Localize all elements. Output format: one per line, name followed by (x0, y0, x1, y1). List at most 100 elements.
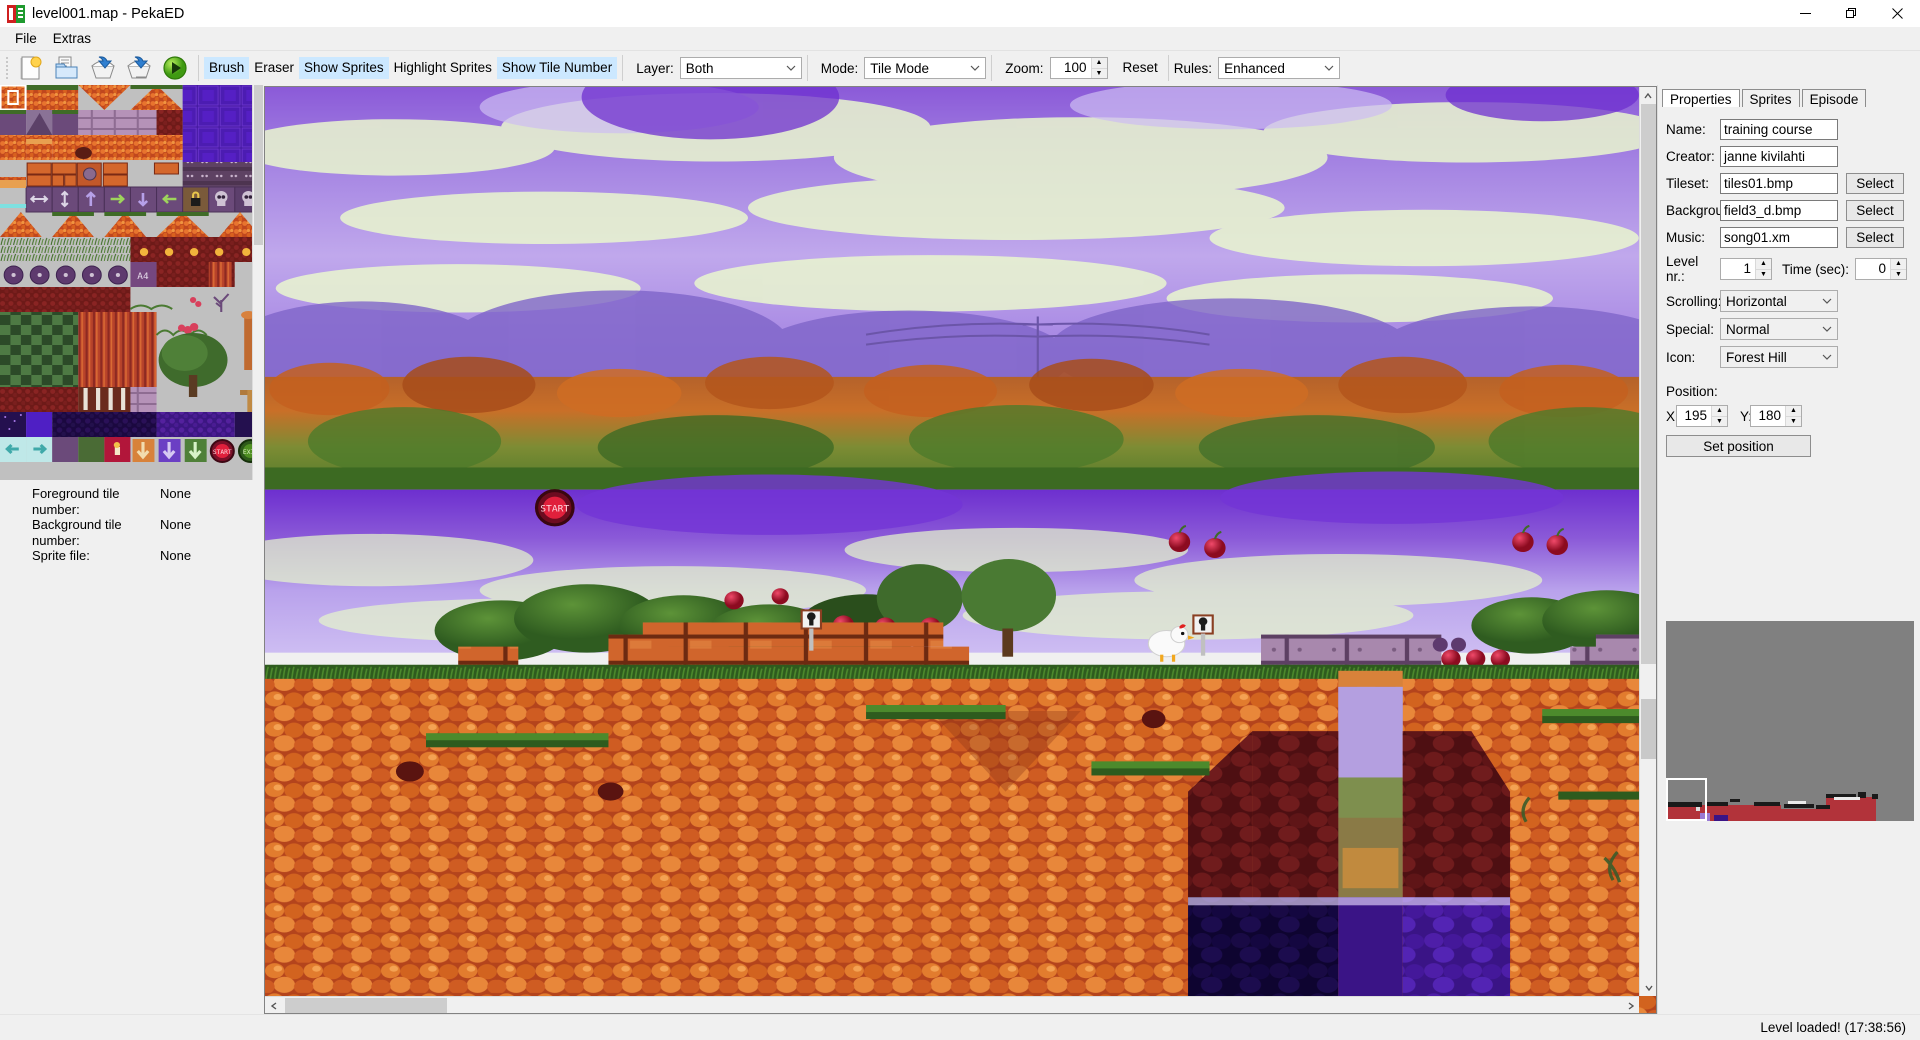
background-label: Background: (1666, 203, 1742, 218)
y-down-icon[interactable]: ▼ (1786, 417, 1801, 427)
level-render[interactable]: START (265, 87, 1656, 1013)
window-controls (1782, 0, 1920, 28)
field-music: Music: song01.xm Select (1658, 227, 1920, 248)
level-canvas[interactable]: START (264, 86, 1657, 1014)
scroll-left-icon[interactable] (265, 997, 282, 1013)
special-select[interactable]: Normal (1720, 318, 1838, 340)
toggle-show-tile-number[interactable]: Show Tile Number (496, 57, 618, 79)
close-button[interactable] (1874, 0, 1920, 28)
creator-input[interactable]: janne kivilahti (1720, 146, 1838, 167)
chevron-down-icon (1817, 326, 1837, 332)
tileset-select-button[interactable]: Select (1846, 173, 1904, 194)
y-up-icon[interactable]: ▲ (1786, 406, 1801, 417)
music-select-button[interactable]: Select (1846, 227, 1904, 248)
special-label: Special: (1666, 321, 1715, 337)
layer-select-value: Both (685, 60, 714, 76)
field-position: X: 195 ▲ ▼ Y: 180 ▲ ▼ (1658, 405, 1920, 427)
mode-select[interactable]: Tile Mode (864, 57, 987, 79)
time-down-icon[interactable]: ▼ (1891, 270, 1906, 280)
svg-text:START: START (213, 449, 232, 456)
rules-select[interactable]: Enhanced (1218, 57, 1341, 79)
toggle-show-sprites[interactable]: Show Sprites (299, 57, 389, 79)
field-scrolling: Scrolling: Horizontal (1658, 290, 1920, 312)
tileset-scrollbar-thumb[interactable] (254, 85, 263, 245)
svg-text:A4: A4 (137, 271, 149, 282)
toolbar: Brush Eraser Show Sprites Highlight Spri… (0, 50, 1920, 85)
level-minimap[interactable] (1666, 621, 1914, 821)
chevron-down-icon (1817, 354, 1837, 360)
vertical-scroll-thumb[interactable] (1641, 104, 1656, 664)
rules-label: Rules: (1173, 60, 1213, 76)
levelnr-stepper-buttons[interactable]: ▲ ▼ (1755, 259, 1771, 279)
toggle-highlight-sprites[interactable]: Highlight Sprites (389, 57, 497, 79)
zoom-stepper-buttons[interactable]: ▲ ▼ (1090, 58, 1107, 79)
zoom-up-icon[interactable]: ▲ (1091, 58, 1107, 69)
minimize-button[interactable] (1782, 0, 1828, 28)
properties-tab-content: Name: training course Creator: janne kiv… (1658, 107, 1920, 1014)
time-up-icon[interactable]: ▲ (1891, 259, 1906, 270)
canvas-vertical-scrollbar[interactable] (1639, 87, 1656, 996)
name-input[interactable]: training course (1720, 119, 1838, 140)
horizontal-scroll-thumb[interactable] (285, 998, 447, 1013)
creator-label: Creator: (1666, 149, 1715, 164)
time-value[interactable]: 0 (1856, 259, 1890, 279)
toolbar-grip[interactable] (4, 55, 10, 81)
tab-episode[interactable]: Episode (1801, 89, 1867, 107)
scroll-down-icon[interactable] (1640, 979, 1656, 996)
chevron-down-icon (965, 65, 985, 71)
main-body: A4 START EXIT Foreground tile number: No… (0, 85, 1920, 1014)
layer-select[interactable]: Both (679, 57, 802, 79)
tool-brush[interactable]: Brush (204, 57, 250, 79)
open-file-button[interactable] (49, 53, 85, 84)
tool-eraser[interactable]: Eraser (249, 57, 299, 79)
tab-properties[interactable]: Properties (1662, 89, 1740, 107)
tileset-scrollbar[interactable] (252, 85, 263, 480)
background-select-button[interactable]: Select (1846, 200, 1904, 221)
y-stepper[interactable]: 180 ▲ ▼ (1750, 405, 1802, 427)
time-stepper[interactable]: 0 ▲ ▼ (1855, 258, 1907, 280)
run-button[interactable] (157, 53, 193, 84)
levelnr-up-icon[interactable]: ▲ (1756, 259, 1771, 270)
save-as-button[interactable] (121, 53, 157, 84)
tab-sprites[interactable]: Sprites (1741, 89, 1800, 107)
x-down-icon[interactable]: ▼ (1712, 417, 1727, 427)
tileset-image[interactable]: A4 START EXIT (0, 85, 263, 480)
pekaed-logo-icon (7, 4, 25, 23)
menu-file[interactable]: File (7, 29, 45, 49)
zoom-reset-button[interactable]: Reset (1118, 57, 1163, 79)
tileset-palette[interactable]: A4 START EXIT (0, 85, 263, 480)
foreground-tile-value: None (160, 486, 192, 501)
status-bar: Level loaded! (17:38:56) (0, 1014, 1920, 1040)
scroll-right-icon[interactable] (1622, 997, 1639, 1013)
menu-extras[interactable]: Extras (45, 29, 99, 49)
music-input[interactable]: song01.xm (1720, 227, 1838, 248)
zoom-value[interactable]: 100 (1051, 58, 1091, 78)
tileset-input[interactable]: tiles01.bmp (1720, 173, 1838, 194)
x-stepper-buttons[interactable]: ▲ ▼ (1711, 406, 1727, 426)
canvas-horizontal-scrollbar[interactable] (265, 996, 1639, 1013)
x-stepper[interactable]: 195 ▲ ▼ (1676, 405, 1728, 427)
scroll-up-icon[interactable] (1640, 87, 1656, 104)
time-stepper-buttons[interactable]: ▲ ▼ (1890, 259, 1906, 279)
new-file-button[interactable] (13, 53, 49, 84)
set-position-button[interactable]: Set position (1666, 435, 1811, 457)
level-canvas-viewport[interactable]: START (265, 87, 1656, 1013)
background-input[interactable]: field3_d.bmp (1720, 200, 1838, 221)
sprite-start-button: START (534, 489, 575, 527)
levelnr-value[interactable]: 1 (1721, 259, 1755, 279)
zoom-stepper[interactable]: 100 ▲ ▼ (1049, 57, 1108, 79)
maximize-restore-button[interactable] (1828, 0, 1874, 28)
x-up-icon[interactable]: ▲ (1712, 406, 1727, 417)
save-file-button[interactable] (85, 53, 121, 84)
scrolling-select[interactable]: Horizontal (1720, 290, 1838, 312)
vertical-scroll-thumb-lower[interactable] (1641, 699, 1656, 759)
levelnr-stepper[interactable]: 1 ▲ ▼ (1720, 258, 1772, 280)
icon-select[interactable]: Forest Hill (1720, 346, 1838, 368)
chevron-down-icon (1817, 298, 1837, 304)
zoom-down-icon[interactable]: ▼ (1092, 69, 1107, 79)
minimap-render[interactable] (1666, 621, 1914, 821)
y-value[interactable]: 180 (1751, 406, 1785, 426)
levelnr-down-icon[interactable]: ▼ (1756, 270, 1771, 280)
x-value[interactable]: 195 (1677, 406, 1711, 426)
y-stepper-buttons[interactable]: ▲ ▼ (1785, 406, 1801, 426)
